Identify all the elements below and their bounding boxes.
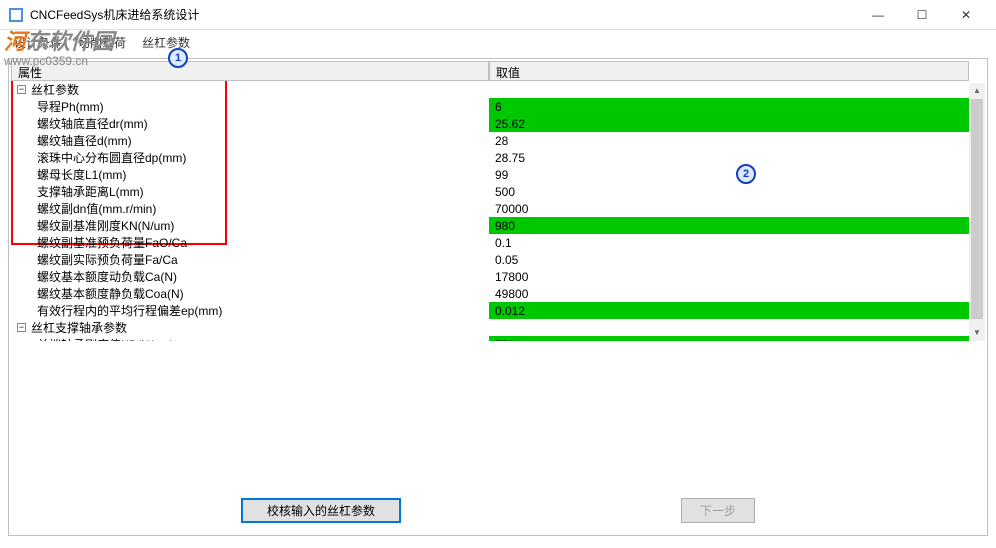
app-icon	[8, 7, 24, 23]
param-label[interactable]: 单端轴承刚度值KB(N/um)	[11, 336, 489, 341]
check-params-button[interactable]: 校核输入的丝杠参数	[241, 498, 401, 523]
param-label[interactable]: 滚珠中心分布圆直径dp(mm)	[11, 149, 489, 166]
param-value[interactable]: 0.05	[489, 251, 969, 268]
property-grid: 属性 − 丝杠参数 导程Ph(mm)螺纹轴底直径dr(mm)螺纹轴直径d(mm)…	[11, 61, 985, 341]
group-label: 丝杠支撑轴承参数	[31, 319, 127, 336]
param-value[interactable]: 99	[489, 166, 969, 183]
menu-screw-params[interactable]: 丝杠参数	[136, 32, 196, 53]
param-label[interactable]: 螺母长度L1(mm)	[11, 166, 489, 183]
menu-design-conditions[interactable]: 设计条件	[8, 32, 68, 53]
title-bar: CNCFeedSys机床进给系统设计 — ☐ ✕	[0, 0, 996, 30]
param-label[interactable]: 螺纹副实际预负荷量Fa/Ca	[11, 251, 489, 268]
next-button[interactable]: 下一步	[681, 498, 755, 523]
param-label[interactable]: 螺纹副基准预负荷量FaO/Ca	[11, 234, 489, 251]
group-screw-params[interactable]: − 丝杠参数	[11, 81, 489, 98]
param-label[interactable]: 螺纹基本额度动负载Ca(N)	[11, 268, 489, 285]
param-value[interactable]: 49800	[489, 285, 969, 302]
maximize-button[interactable]: ☐	[900, 1, 944, 29]
group-bearing-params[interactable]: − 丝杠支撑轴承参数	[11, 319, 489, 336]
param-value[interactable]: 17800	[489, 268, 969, 285]
param-value[interactable]: 980	[489, 217, 969, 234]
param-label[interactable]: 螺纹副基准刚度KN(N/um)	[11, 217, 489, 234]
param-value[interactable]: 6	[489, 98, 969, 115]
param-value[interactable]: 28.75	[489, 149, 969, 166]
param-value[interactable]: 750	[489, 336, 969, 341]
param-value[interactable]: 70000	[489, 200, 969, 217]
header-attribute[interactable]: 属性	[11, 61, 489, 81]
group-spacer	[489, 81, 969, 98]
param-label[interactable]: 螺纹轴直径d(mm)	[11, 132, 489, 149]
param-value[interactable]: 28	[489, 132, 969, 149]
param-label[interactable]: 有效行程内的平均行程偏差ep(mm)	[11, 302, 489, 319]
menu-bar: 设计条件 切削载荷 丝杠参数	[0, 30, 996, 54]
close-button[interactable]: ✕	[944, 1, 988, 29]
content-area: 属性 − 丝杠参数 导程Ph(mm)螺纹轴底直径dr(mm)螺纹轴直径d(mm)…	[8, 58, 988, 536]
window-title: CNCFeedSys机床进给系统设计	[30, 6, 856, 23]
param-value[interactable]: 500	[489, 183, 969, 200]
collapse-icon[interactable]: −	[17, 323, 26, 332]
param-value[interactable]: 25.62	[489, 115, 969, 132]
param-label[interactable]: 螺纹轴底直径dr(mm)	[11, 115, 489, 132]
scroll-up-icon[interactable]: ▲	[969, 83, 985, 99]
param-label[interactable]: 支撑轴承距离L(mm)	[11, 183, 489, 200]
param-label[interactable]: 螺纹副dn值(mm.r/min)	[11, 200, 489, 217]
menu-cutting-load[interactable]: 切削载荷	[72, 32, 132, 53]
scroll-thumb[interactable]	[971, 99, 983, 319]
param-value[interactable]: 0.1	[489, 234, 969, 251]
vertical-scrollbar[interactable]: ▲ ▼	[969, 83, 985, 341]
param-label[interactable]: 螺纹基本额度静负载Coa(N)	[11, 285, 489, 302]
header-value[interactable]: 取值	[489, 61, 969, 81]
button-bar: 校核输入的丝杠参数 下一步	[9, 498, 987, 523]
scroll-down-icon[interactable]: ▼	[969, 325, 985, 341]
param-label[interactable]: 导程Ph(mm)	[11, 98, 489, 115]
param-value[interactable]: 0.012	[489, 302, 969, 319]
group-spacer	[489, 319, 969, 336]
minimize-button[interactable]: —	[856, 1, 900, 29]
collapse-icon[interactable]: −	[17, 85, 26, 94]
group-label: 丝杠参数	[31, 81, 79, 98]
window-controls: — ☐ ✕	[856, 1, 988, 29]
